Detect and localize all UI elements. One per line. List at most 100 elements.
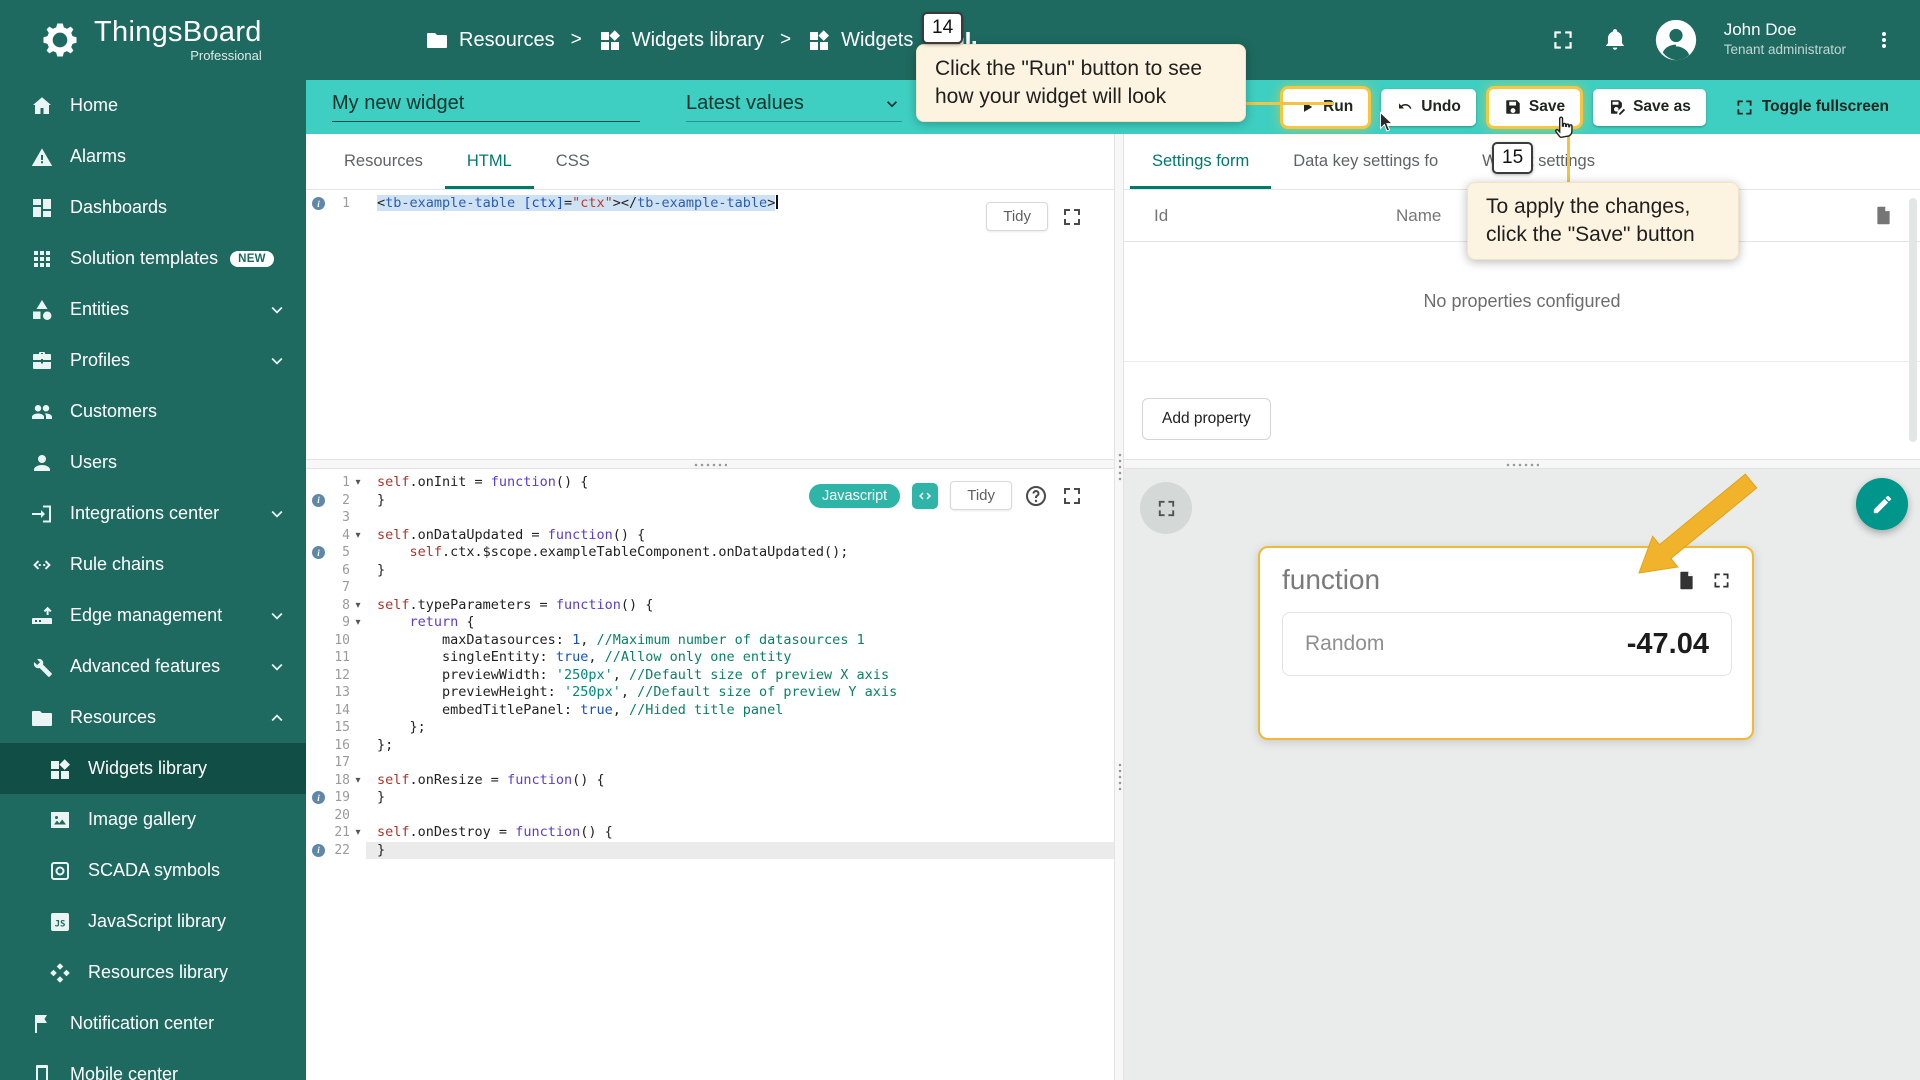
splitter-grip[interactable] (1117, 452, 1122, 482)
sidebar-item-javascript-library[interactable]: JS JavaScript library (0, 896, 306, 947)
fold-arrow-icon[interactable]: ▾ (352, 477, 364, 488)
avatar[interactable] (1654, 18, 1698, 62)
breadcrumb-item[interactable]: Resources (425, 28, 555, 52)
js-icon: JS (48, 910, 72, 934)
sidebar-item-notification-center[interactable]: Notification center (0, 998, 306, 1049)
splitter-grip[interactable] (1505, 462, 1539, 467)
sidebar-item-advanced-features[interactable]: Advanced features (0, 641, 306, 692)
code-line[interactable]: } (366, 562, 1114, 580)
fullscreen-icon[interactable] (1550, 27, 1576, 53)
tooltip-connector-run (1246, 102, 1334, 105)
sidebar-item-profiles[interactable]: Profiles (0, 335, 306, 386)
splitter-grip[interactable] (693, 462, 727, 467)
tab-data-key-settings[interactable]: Data key settings fo (1271, 134, 1460, 189)
sidebar-item-entities[interactable]: Entities (0, 284, 306, 335)
code-line[interactable] (366, 579, 1114, 597)
vertical-splitter[interactable] (1114, 134, 1124, 1080)
sidebar-item-solution-templates[interactable]: Solution templates NEW (0, 233, 306, 284)
code-line[interactable] (366, 509, 1114, 527)
tab-css[interactable]: CSS (534, 134, 612, 189)
code-line[interactable]: maxDatasources: 1, //Maximum number of d… (366, 632, 1114, 650)
save-as-button[interactable]: Save as (1593, 88, 1706, 126)
code-line[interactable]: embedTitlePanel: true, //Hided title pan… (366, 702, 1114, 720)
code-line[interactable]: singleEntity: true, //Allow only one ent… (366, 649, 1114, 667)
fold-arrow-icon[interactable]: ▾ (352, 600, 364, 611)
breadcrumb-item[interactable]: Widgets (807, 28, 913, 52)
line-number: 17 (334, 755, 350, 771)
html-editor-fullscreen-icon[interactable] (1060, 205, 1084, 229)
js-tidy-button[interactable]: Tidy (950, 481, 1012, 510)
widget-name-input[interactable]: My new widget (332, 92, 640, 122)
code-line[interactable]: self.typeParameters = function() { (366, 597, 1114, 615)
fold-arrow-icon[interactable]: ▾ (352, 617, 364, 628)
sidebar-item-dashboards[interactable]: Dashboards (0, 182, 306, 233)
tab-settings-form[interactable]: Settings form (1130, 134, 1271, 189)
logo[interactable]: ThingsBoard Professional (38, 0, 262, 80)
html-editor[interactable]: i1 <tb-example-table [ctx]="ctx"></tb-ex… (306, 190, 1114, 459)
widget-type-select[interactable]: Latest values (686, 92, 902, 122)
code-line[interactable]: self.onDataUpdated = function() { (366, 527, 1114, 545)
sidebar-item-home[interactable]: Home (0, 80, 306, 131)
line-number: 9 (342, 615, 350, 631)
sidebar-item-alarms[interactable]: Alarms (0, 131, 306, 182)
kebab-menu-icon[interactable] (1872, 28, 1896, 52)
edit-widget-fab[interactable] (1856, 478, 1908, 530)
code-line[interactable]: } (366, 841, 1114, 859)
breadcrumb-item[interactable]: Widgets library (598, 28, 764, 52)
toggle-fullscreen-button[interactable]: Toggle fullscreen (1719, 89, 1904, 126)
settings-scrollbar[interactable] (1909, 198, 1917, 442)
users-icon (30, 451, 54, 475)
widget-preview-area: function Random -47.04 (1124, 469, 1920, 1080)
fold-arrow-icon[interactable]: ▾ (352, 530, 364, 541)
add-property-button[interactable]: Add property (1142, 398, 1271, 440)
code-line[interactable] (366, 754, 1114, 772)
sidebar-item-customers[interactable]: Customers (0, 386, 306, 437)
sidebar-item-image-gallery[interactable]: Image gallery (0, 794, 306, 845)
code-line[interactable]: self.ctx.$scope.exampleTableComponent.on… (366, 544, 1114, 562)
preview-fullscreen-icon[interactable] (1140, 482, 1192, 534)
code-line[interactable]: previewWidth: '250px', //Default size of… (366, 667, 1114, 685)
code-line[interactable]: } (366, 789, 1114, 807)
code-line[interactable]: }; (366, 719, 1114, 737)
code-editor-panel: Resources HTML CSS i1 <tb-example-table … (306, 134, 1114, 1080)
fold-arrow-icon[interactable]: ▾ (352, 775, 364, 786)
sidebar-item-resources[interactable]: Resources (0, 692, 306, 743)
code-line[interactable]: }; (366, 737, 1114, 755)
main-content: Resources HTML CSS i1 <tb-example-table … (306, 134, 1920, 1080)
thingsboard-logo-icon (38, 18, 82, 62)
code-editor-icon[interactable] (912, 482, 939, 509)
code-line[interactable]: previewHeight: '250px', //Default size o… (366, 684, 1114, 702)
sidebar-item-scada-symbols[interactable]: SCADA symbols (0, 845, 306, 896)
help-icon[interactable] (1024, 484, 1048, 508)
info-annotation-icon: i (312, 197, 325, 211)
sidebar-item-widgets-library[interactable]: Widgets library (0, 743, 306, 794)
tab-widget-settings[interactable]: Widget settings (1460, 134, 1617, 189)
sidebar-item-mobile-center[interactable]: Mobile center (0, 1049, 306, 1080)
code-line[interactable] (366, 807, 1114, 825)
js-editor-fullscreen-icon[interactable] (1060, 484, 1084, 508)
import-property-file-icon[interactable] (1873, 205, 1894, 226)
tab-html[interactable]: HTML (445, 134, 534, 189)
sidebar-item-label: Rule chains (70, 554, 165, 574)
code-line[interactable]: self.onResize = function() { (366, 772, 1114, 790)
sidebar-item-resources-library[interactable]: Resources library (0, 947, 306, 998)
sidebar-item-rule-chains[interactable]: Rule chains (0, 539, 306, 590)
horizontal-splitter-left[interactable] (306, 459, 1114, 469)
js-editor-code[interactable]: self.onInit = function() {} self.onDataUp… (366, 474, 1114, 859)
run-button[interactable]: Run (1283, 88, 1369, 126)
code-line[interactable]: return { (366, 614, 1114, 632)
line-number: 14 (334, 702, 350, 718)
tab-resources[interactable]: Resources (322, 134, 445, 189)
tidy-button[interactable]: Tidy (986, 202, 1048, 231)
fold-arrow-icon[interactable]: ▾ (352, 827, 364, 838)
sidebar-item-edge-management[interactable]: Edge management (0, 590, 306, 641)
sidebar-item-users[interactable]: Users (0, 437, 306, 488)
code-line[interactable]: self.onDestroy = function() { (366, 824, 1114, 842)
splitter-grip[interactable] (1117, 762, 1122, 792)
notifications-bell-icon[interactable] (1602, 27, 1628, 53)
sidebar-item-integrations-center[interactable]: Integrations center (0, 488, 306, 539)
sidebar-item-label: JavaScript library (88, 911, 227, 931)
horizontal-splitter-right[interactable] (1124, 459, 1920, 469)
line-number: 6 (342, 562, 350, 578)
js-editor[interactable]: 1 ▾ i 2 3 4 ▾ i 5 6 7 8 ▾ 9 ▾ 10 11 12 13 14 15 16 17 18 ▾ i 19 20 2… (306, 469, 1114, 1080)
